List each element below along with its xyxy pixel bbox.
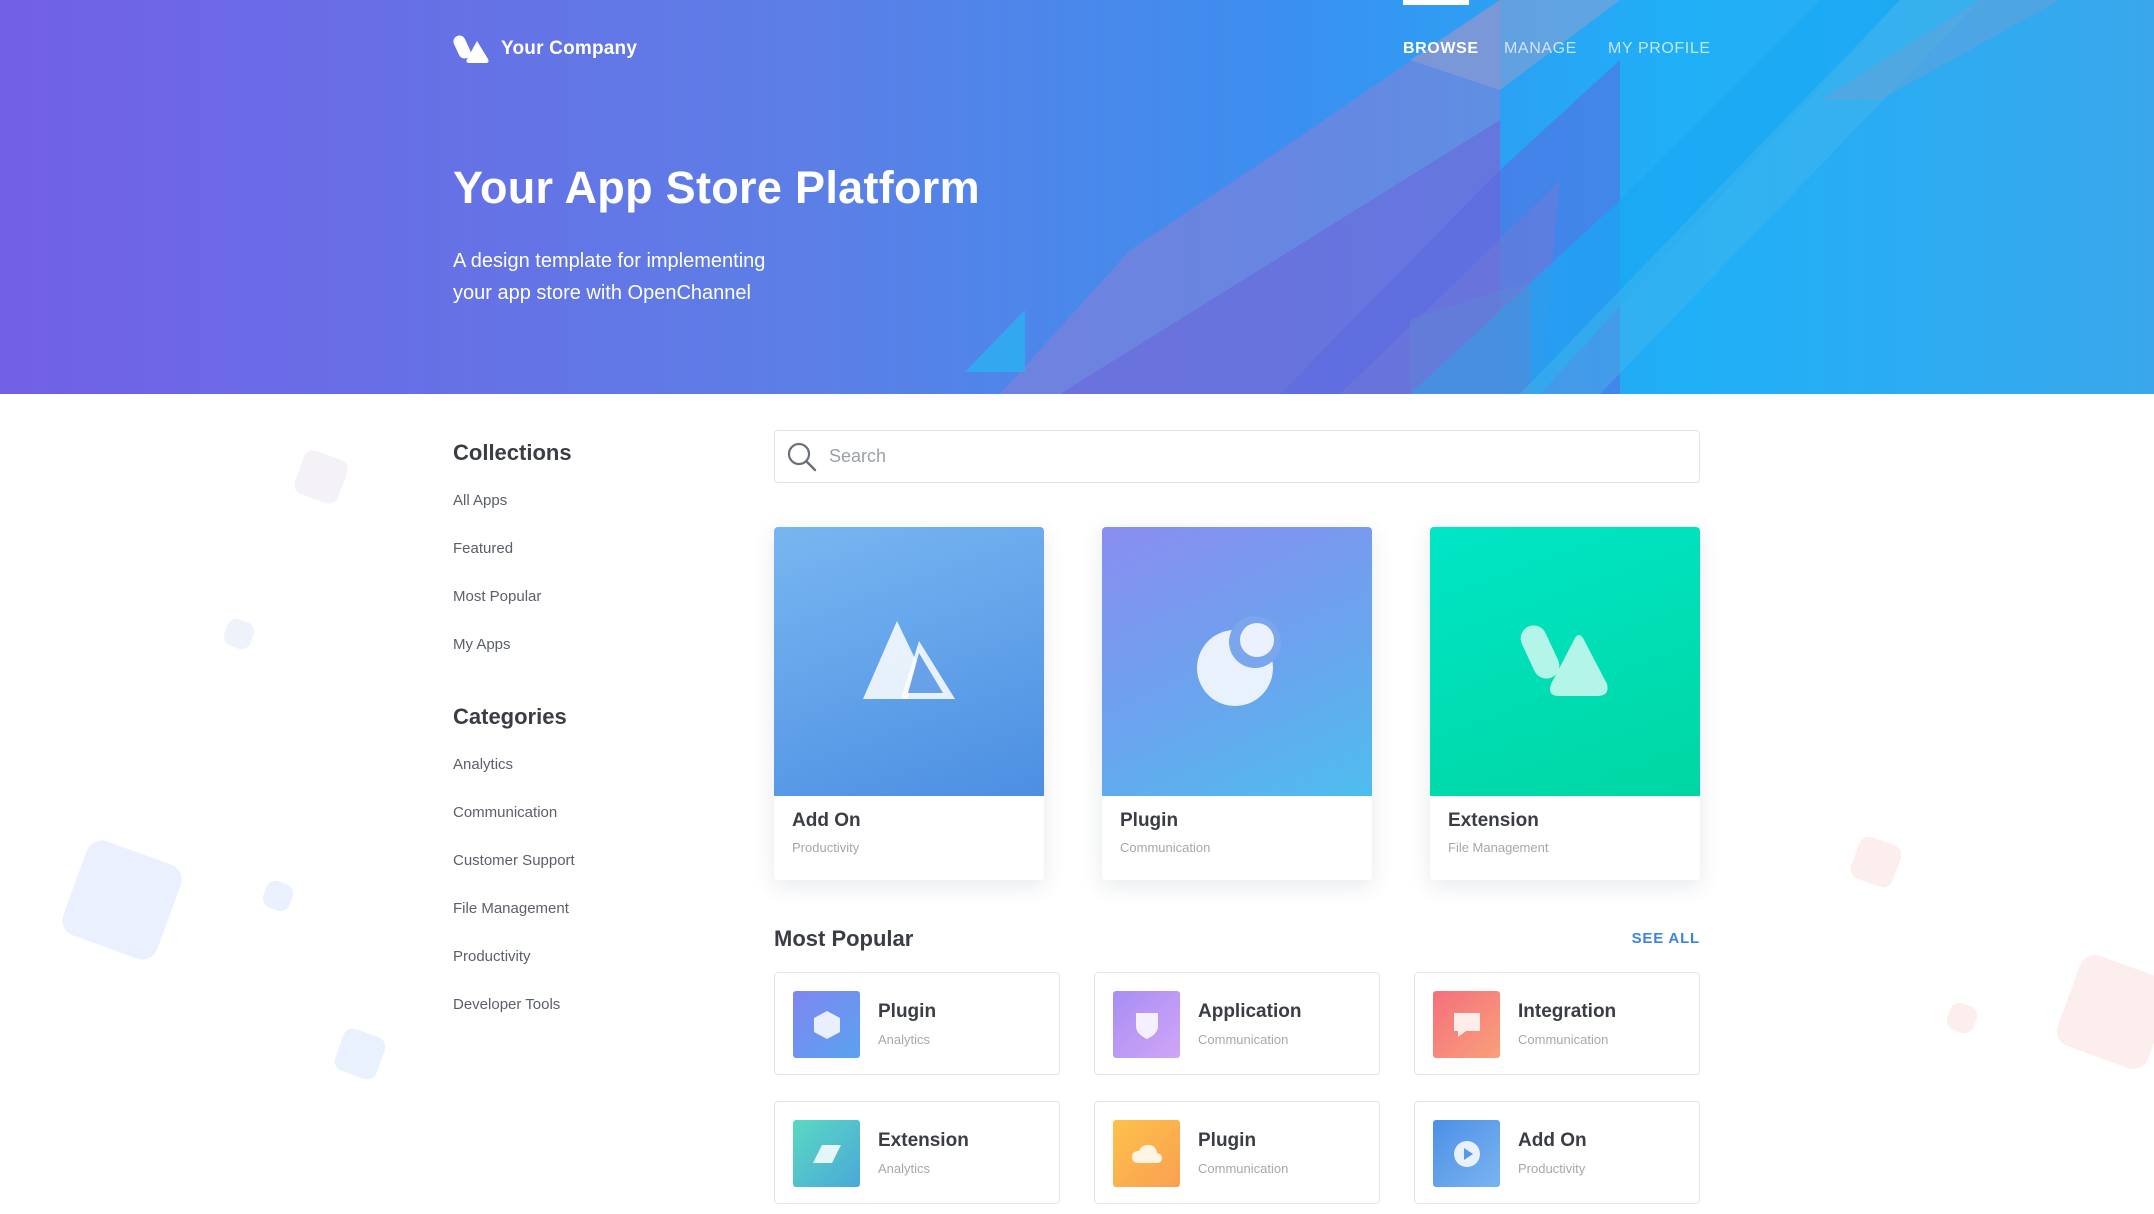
- popular-app-name: Add On: [1518, 1130, 1587, 1151]
- featured-card[interactable]: Extension File Management: [1430, 527, 1700, 880]
- sidebar-item-file-management[interactable]: File Management: [453, 898, 713, 946]
- featured-card-category: Productivity: [792, 840, 860, 855]
- search-input[interactable]: [829, 446, 1689, 467]
- sidebar-item-analytics[interactable]: Analytics: [453, 754, 713, 802]
- sidebar-item-most-popular[interactable]: Most Popular: [453, 586, 713, 634]
- parallelogram-icon: [812, 1144, 841, 1163]
- popular-app-card[interactable]: Integration Communication: [1414, 972, 1700, 1075]
- shield-icon: [1135, 1012, 1158, 1039]
- popular-app-category: Communication: [1518, 1032, 1609, 1047]
- sidebar: Collections All Apps Featured Most Popul…: [453, 440, 713, 1042]
- popular-app-category: Communication: [1198, 1032, 1289, 1047]
- hero-subtitle-line-1: A design template for implementing: [453, 250, 766, 272]
- popular-app-card[interactable]: Application Communication: [1094, 972, 1380, 1075]
- hero-banner: Your Company BROWSE MANAGE MY PROFILE Yo…: [0, 0, 2154, 394]
- decorative-shape: [57, 835, 187, 965]
- nav-manage[interactable]: MANAGE: [1504, 40, 1577, 58]
- featured-card[interactable]: Plugin Communication: [1102, 527, 1372, 880]
- decorative-shape: [221, 616, 257, 652]
- cloud-icon: [1131, 1144, 1162, 1163]
- featured-card[interactable]: Add On Productivity: [774, 527, 1044, 880]
- featured-card-name: Add On: [792, 810, 861, 831]
- decorative-shape: [1847, 833, 1905, 891]
- most-popular-title: Most Popular: [774, 926, 914, 951]
- sidebar-item-featured[interactable]: Featured: [453, 538, 713, 586]
- popular-app-category: Communication: [1198, 1161, 1289, 1176]
- mountain-icon: [863, 620, 955, 699]
- hero-title: Your App Store Platform: [453, 162, 980, 213]
- featured-apps: Add On Productivity Plugin Communication…: [774, 527, 1700, 880]
- chat-icon: [1453, 1012, 1480, 1037]
- popular-app-card[interactable]: Plugin Analytics: [774, 972, 1060, 1075]
- most-popular-header: Most Popular SEE ALL: [774, 926, 1700, 956]
- popular-app-category: Analytics: [878, 1032, 931, 1047]
- search-box: [774, 430, 1700, 483]
- categories-list: Analytics Communication Customer Support…: [453, 754, 713, 1042]
- moon-icon: [1197, 615, 1281, 706]
- nav-active-indicator: [1403, 0, 1469, 5]
- popular-app-category: Productivity: [1518, 1161, 1586, 1176]
- sidebar-item-productivity[interactable]: Productivity: [453, 946, 713, 994]
- collections-list: All Apps Featured Most Popular My Apps: [453, 490, 713, 682]
- hexagon-icon: [813, 1010, 840, 1039]
- popular-app-name: Extension: [878, 1130, 969, 1151]
- popular-app-icon: [1113, 991, 1180, 1058]
- featured-card-name: Plugin: [1120, 810, 1179, 831]
- popular-app-icon: [793, 1120, 860, 1187]
- sidebar-item-developer-tools[interactable]: Developer Tools: [453, 994, 713, 1042]
- popular-app-card[interactable]: Plugin Communication: [1094, 1101, 1380, 1204]
- decorative-shape: [1944, 1000, 1980, 1036]
- nav-my-profile[interactable]: MY PROFILE: [1608, 40, 1711, 58]
- popular-app-icon: [1113, 1120, 1180, 1187]
- decorative-shape: [2052, 950, 2154, 1074]
- featured-card-name: Extension: [1448, 810, 1539, 831]
- popular-app-name: Plugin: [1198, 1130, 1257, 1151]
- popular-app-category: Analytics: [878, 1161, 931, 1176]
- popular-app-icon: [1433, 991, 1500, 1058]
- featured-card-thumbnail: [774, 527, 1044, 796]
- see-all-link[interactable]: SEE ALL: [1632, 930, 1700, 947]
- shapes-icon: [1520, 624, 1608, 696]
- top-navigation: BROWSE MANAGE MY PROFILE: [0, 40, 2154, 64]
- play-icon: [1453, 1140, 1480, 1167]
- sidebar-item-all-apps[interactable]: All Apps: [453, 490, 713, 538]
- popular-app-card[interactable]: Add On Productivity: [1414, 1101, 1700, 1204]
- decorative-shape: [260, 878, 296, 914]
- hero-subtitle: A design template for implementing your …: [453, 245, 873, 309]
- decorative-shape: [291, 447, 351, 507]
- sidebar-item-customer-support[interactable]: Customer Support: [453, 850, 713, 898]
- popular-app-card[interactable]: Extension Analytics: [774, 1101, 1060, 1204]
- categories-heading: Categories: [453, 704, 567, 729]
- search-icon: [787, 442, 817, 471]
- featured-card-category: Communication: [1120, 840, 1211, 855]
- collections-heading: Collections: [453, 440, 572, 465]
- decorative-shape: [331, 1025, 389, 1083]
- sidebar-item-communication[interactable]: Communication: [453, 802, 713, 850]
- popular-app-name: Application: [1198, 1001, 1302, 1022]
- popular-app-name: Plugin: [878, 1001, 937, 1022]
- featured-card-thumbnail: [1102, 527, 1372, 796]
- nav-browse[interactable]: BROWSE: [1403, 40, 1479, 58]
- popular-app-name: Integration: [1518, 1001, 1617, 1022]
- hero-subtitle-line-2: your app store with OpenChannel: [453, 282, 751, 304]
- popular-app-icon: [793, 991, 860, 1058]
- featured-card-thumbnail: [1430, 527, 1700, 796]
- sidebar-item-my-apps[interactable]: My Apps: [453, 634, 713, 682]
- popular-app-icon: [1433, 1120, 1500, 1187]
- featured-card-category: File Management: [1448, 840, 1549, 855]
